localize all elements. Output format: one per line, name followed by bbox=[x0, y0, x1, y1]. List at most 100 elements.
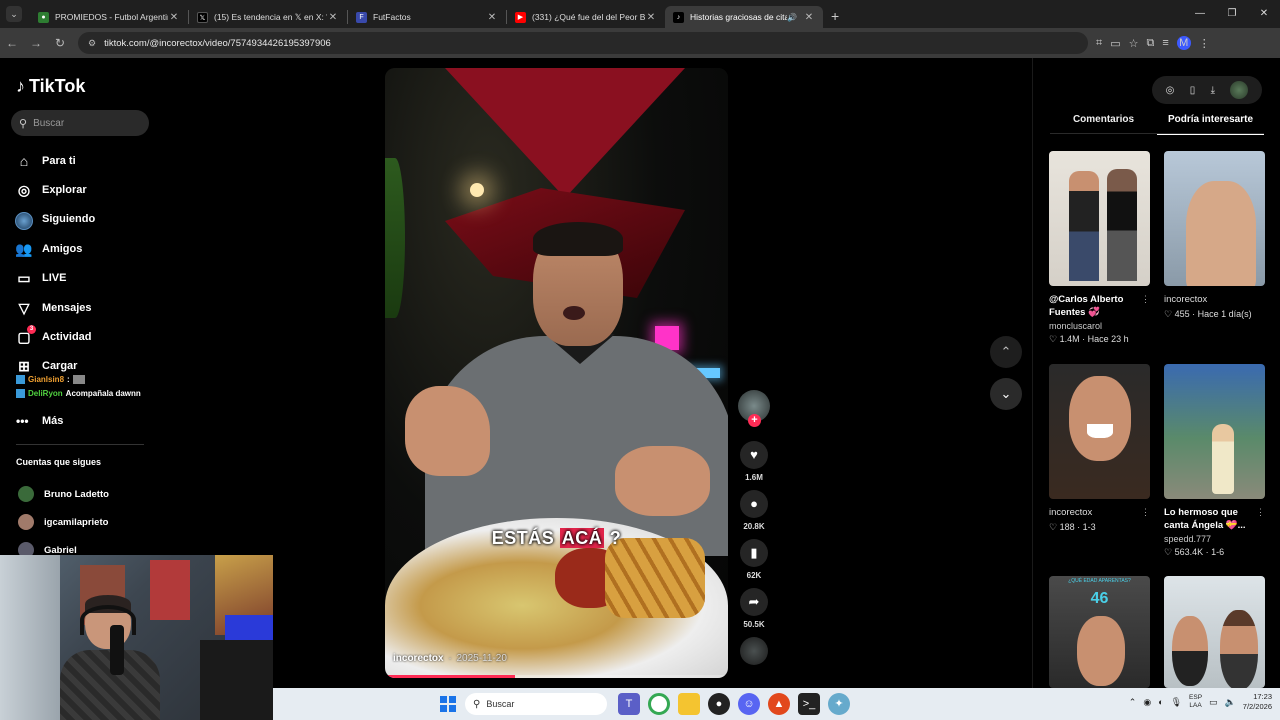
language-indicator[interactable]: ESP LAA bbox=[1189, 694, 1202, 710]
promiedos-favicon-icon: ● bbox=[38, 11, 49, 23]
tiktok-favicon-icon: ♪ bbox=[673, 11, 684, 23]
file-explorer-icon[interactable] bbox=[678, 693, 700, 715]
browser-tab-active[interactable]: ♪ Historias graciosas de citas 🔊 ✕ bbox=[665, 6, 823, 28]
previous-video-button[interactable]: ⌃ bbox=[990, 336, 1022, 368]
suggested-video-card[interactable]: incorectox ⋮ ♡ 188 · 1-3 bbox=[1049, 364, 1150, 533]
sidebar-item-live[interactable]: ▭ LIVE bbox=[14, 264, 95, 293]
sidebar-item-para-ti[interactable]: ⌂ Para ti bbox=[14, 146, 95, 175]
sidebar-item-siguiendo[interactable]: Siguiendo bbox=[14, 205, 95, 234]
share-button[interactable]: ➦ 50.5K bbox=[736, 588, 772, 629]
browser-tab[interactable]: F FutFactos ✕ bbox=[348, 6, 506, 28]
chrome-icon[interactable] bbox=[648, 693, 670, 715]
save-button[interactable]: ▮ 62K bbox=[736, 539, 772, 580]
cast-icon[interactable]: ▭ bbox=[1110, 37, 1120, 50]
suggested-video-card[interactable] bbox=[1164, 576, 1265, 688]
network-icon[interactable]: ▭ bbox=[1209, 697, 1218, 708]
discord-icon[interactable]: ☺ bbox=[738, 693, 760, 715]
close-tab-icon[interactable]: ✕ bbox=[486, 12, 498, 23]
more-vert-icon[interactable]: ⋮ bbox=[1141, 293, 1150, 319]
card-author[interactable]: moncluscarol bbox=[1049, 321, 1150, 331]
bookmark-star-icon[interactable]: ☆ bbox=[1129, 37, 1139, 50]
address-bar[interactable]: ⚙ tiktok.com/@incorectox/video/757493442… bbox=[78, 32, 1088, 54]
mic-icon[interactable]: 🎙 bbox=[1171, 697, 1182, 708]
teams-icon[interactable]: T bbox=[618, 693, 640, 715]
minimize-icon[interactable]: — bbox=[1184, 0, 1216, 28]
suggested-video-card[interactable]: @Carlos Alberto Fuentes 💞 ⋮ moncluscarol … bbox=[1049, 151, 1150, 345]
close-window-icon[interactable]: ✕ bbox=[1248, 0, 1280, 28]
subtitle-word: ESTÁS bbox=[491, 528, 555, 548]
like-button[interactable]: ♥ 1.6M bbox=[736, 441, 772, 482]
menu-kebab-icon[interactable]: ⋮ bbox=[1199, 37, 1210, 50]
more-vert-icon[interactable]: ⋮ bbox=[1141, 506, 1150, 519]
follow-plus-icon[interactable]: + bbox=[748, 414, 761, 427]
close-tab-icon[interactable]: ✕ bbox=[327, 12, 339, 23]
close-tab-icon[interactable]: ✕ bbox=[645, 12, 657, 23]
following-account[interactable]: igcamilaprieto bbox=[18, 508, 109, 536]
phone-icon[interactable]: ▯ bbox=[1190, 85, 1196, 96]
obs-icon[interactable]: ● bbox=[708, 693, 730, 715]
back-icon[interactable]: ← bbox=[0, 36, 24, 50]
windows-start-icon[interactable] bbox=[440, 696, 456, 712]
reload-icon[interactable]: ↻ bbox=[48, 36, 72, 50]
chat-message: Gianlsin8 : bbox=[16, 372, 141, 386]
download-icon[interactable]: ⤓ bbox=[1211, 85, 1215, 96]
account-name: igcamilaprieto bbox=[44, 516, 109, 528]
sidebar-item-explorar[interactable]: ◎ Explorar bbox=[14, 175, 95, 204]
browser-tab[interactable]: 𝕏 (15) Es tendencia en 𝕏 en X: " ✕ bbox=[189, 6, 347, 28]
browser-tab[interactable]: ● PROMIEDOS - Futbol Argentino ✕ bbox=[30, 6, 188, 28]
speaker-icon[interactable]: 🔊 bbox=[787, 13, 797, 22]
more-vert-icon[interactable]: ⋮ bbox=[1256, 506, 1265, 532]
sidebar-item-amigos[interactable]: 👥 Amigos bbox=[14, 234, 95, 263]
tiktok-logo[interactable]: ♪ TikTok bbox=[16, 76, 85, 97]
taskbar-search[interactable]: ⚲ Buscar bbox=[465, 693, 607, 715]
suggested-video-card[interactable]: ¿QUÉ EDAD APARENTAS? 46 bbox=[1049, 576, 1150, 688]
profile-avatar-icon[interactable]: M bbox=[1176, 36, 1191, 50]
comment-button[interactable]: ● 20.8K bbox=[736, 490, 772, 531]
search-input[interactable] bbox=[33, 117, 134, 129]
browser-tab[interactable]: ▶ (331) ¿Qué fue del del Peor Bar ✕ bbox=[507, 6, 665, 28]
forward-icon[interactable]: → bbox=[24, 36, 48, 50]
restore-icon[interactable]: ❐ bbox=[1216, 0, 1248, 28]
heart-outline-icon: ♡ bbox=[1164, 309, 1173, 319]
tray-app-icon[interactable]: ◐ bbox=[1158, 697, 1163, 707]
tab-title: (15) Es tendencia en 𝕏 en X: " bbox=[214, 11, 327, 22]
video-player[interactable]: ESTÁS ACÁ ? incorectox · 2025-11-20 bbox=[385, 68, 728, 678]
close-tab-icon[interactable]: ✕ bbox=[168, 12, 180, 23]
creator-avatar[interactable]: + bbox=[738, 390, 770, 427]
close-tab-icon[interactable]: ✕ bbox=[803, 12, 815, 23]
search-icon: ⚲ bbox=[19, 117, 28, 130]
tab-title: FutFactos bbox=[373, 12, 411, 22]
compass-icon[interactable]: ◎ bbox=[1166, 85, 1175, 96]
next-video-button[interactable]: ⌄ bbox=[990, 378, 1022, 410]
new-tab-button[interactable]: + bbox=[831, 8, 839, 24]
app-icon[interactable]: ✦ bbox=[828, 693, 850, 715]
terminal-icon[interactable]: >_ bbox=[798, 693, 820, 715]
following-account[interactable]: Bruno Ladetto bbox=[18, 480, 109, 508]
volume-icon[interactable]: 🔈 bbox=[1225, 697, 1236, 708]
site-info-icon[interactable]: ⚙ bbox=[88, 38, 96, 49]
suggested-video-card[interactable]: incorectox ♡ 455 · Hace 1 día(s) bbox=[1164, 151, 1265, 320]
tab-search-button[interactable]: ⌄ bbox=[6, 6, 22, 22]
extensions-icon[interactable]: ⧉ bbox=[1146, 37, 1154, 50]
tab-comentarios[interactable]: Comentarios bbox=[1050, 114, 1157, 135]
brave-icon[interactable]: ▲ bbox=[768, 693, 790, 715]
search-box[interactable]: ⚲ bbox=[11, 110, 149, 136]
sidebar-item-mensajes[interactable]: ▽ Mensajes bbox=[14, 293, 95, 322]
account-name: Bruno Ladetto bbox=[44, 488, 109, 500]
video-author[interactable]: incorectox bbox=[393, 653, 444, 664]
card-author[interactable]: speedd.777 bbox=[1164, 534, 1265, 544]
video-progress-bar[interactable] bbox=[385, 675, 728, 678]
tab-podria-interesarte[interactable]: Podría interesarte bbox=[1157, 114, 1264, 135]
reading-list-icon[interactable]: ≡ bbox=[1162, 37, 1168, 49]
sidebar-item-actividad[interactable]: ▢ 3 Actividad bbox=[14, 322, 95, 351]
tray-app-icon[interactable]: ◉ bbox=[1143, 697, 1151, 708]
friends-icon: 👥 bbox=[15, 240, 33, 257]
chevron-up-icon[interactable]: ⌃ bbox=[1129, 697, 1137, 708]
suggested-video-card[interactable]: Lo hermoso que canta Ángela 💝... ⋮ speedd… bbox=[1164, 364, 1265, 558]
music-disc-icon[interactable] bbox=[740, 637, 768, 665]
sidebar-item-mas[interactable]: ••• Más bbox=[16, 414, 63, 428]
chat-text: : bbox=[67, 374, 70, 384]
translate-icon[interactable]: ⌗ bbox=[1096, 37, 1102, 50]
taskbar-clock[interactable]: 17:23 7/2/2026 bbox=[1243, 692, 1272, 712]
profile-avatar[interactable] bbox=[1230, 81, 1249, 99]
